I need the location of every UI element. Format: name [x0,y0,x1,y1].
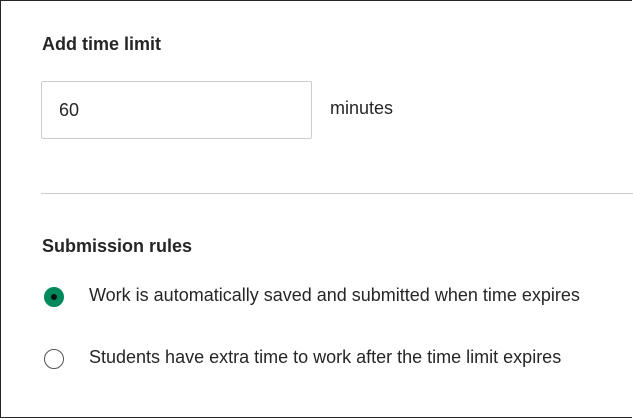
section-divider [41,193,633,194]
time-limit-input[interactable] [41,81,312,139]
radio-selected-icon[interactable] [44,287,64,307]
radio-option-label: Work is automatically saved and submitte… [89,285,580,305]
settings-panel: Add time limit minutes Submission rules … [0,0,633,418]
time-limit-heading: Add time limit [42,34,162,54]
radio-option-auto-submit[interactable]: Work is automatically saved and submitte… [44,285,604,308]
radio-option-label: Students have extra time to work after t… [89,347,562,367]
submission-rules-heading: Submission rules [42,236,193,256]
radio-unselected-icon[interactable] [44,349,64,369]
radio-option-extra-time[interactable]: Students have extra time to work after t… [44,347,604,370]
time-unit-label: minutes [330,98,394,118]
